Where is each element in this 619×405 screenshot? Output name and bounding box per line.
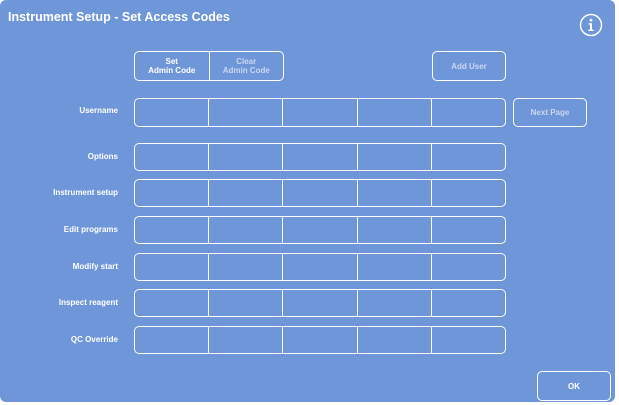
modify-start-cell[interactable] xyxy=(430,254,505,280)
row-label-edit-programs: Edit programs xyxy=(63,225,118,234)
options-cell[interactable] xyxy=(356,144,431,170)
username-row xyxy=(134,98,506,127)
add-user-button[interactable]: Add User xyxy=(432,51,506,81)
modify-start-cell[interactable] xyxy=(208,254,282,280)
edit-programs-cell[interactable] xyxy=(135,217,208,243)
inspect-reagent-cell[interactable] xyxy=(282,290,356,316)
instrument-setup-row xyxy=(134,179,506,207)
next-page-button[interactable]: Next Page xyxy=(513,98,587,127)
inspect-reagent-row xyxy=(134,289,506,317)
set-admin-code-button[interactable]: Set Admin Code xyxy=(135,52,209,80)
row-label-modify-start: Modify start xyxy=(72,262,118,271)
row-label-options: Options xyxy=(87,152,118,161)
qc-override-row xyxy=(134,326,506,354)
qc-override-cell[interactable] xyxy=(208,327,282,353)
inspect-reagent-cell[interactable] xyxy=(135,290,208,316)
edit-programs-cell[interactable] xyxy=(282,217,356,243)
edit-programs-cell[interactable] xyxy=(356,217,431,243)
qc-override-cell[interactable] xyxy=(430,327,505,353)
qc-override-cell[interactable] xyxy=(135,327,208,353)
inspect-reagent-cell[interactable] xyxy=(356,290,431,316)
username-cell[interactable] xyxy=(356,99,431,126)
options-row xyxy=(134,143,506,171)
edit-programs-cell[interactable] xyxy=(208,217,282,243)
username-cell[interactable] xyxy=(430,99,505,126)
row-label-instrument-setup: Instrument setup xyxy=(53,188,118,197)
edit-programs-row xyxy=(134,216,506,244)
admin-code-toggle: Set Admin Code Clear Admin Code xyxy=(134,51,284,81)
instrument-setup-cell[interactable] xyxy=(356,180,431,206)
instrument-setup-cell[interactable] xyxy=(208,180,282,206)
instrument-setup-cell[interactable] xyxy=(282,180,356,206)
edit-programs-cell[interactable] xyxy=(430,217,505,243)
info-icon[interactable] xyxy=(579,13,603,37)
modify-start-row xyxy=(134,253,506,281)
access-codes-screen: Instrument Setup - Set Access Codes Set … xyxy=(0,0,615,402)
username-cell[interactable] xyxy=(135,99,208,126)
options-cell[interactable] xyxy=(208,144,282,170)
page-title: Instrument Setup - Set Access Codes xyxy=(8,10,230,24)
ok-button[interactable]: OK xyxy=(537,371,611,401)
modify-start-cell[interactable] xyxy=(282,254,356,280)
instrument-setup-cell[interactable] xyxy=(430,180,505,206)
options-cell[interactable] xyxy=(282,144,356,170)
modify-start-cell[interactable] xyxy=(135,254,208,280)
inspect-reagent-cell[interactable] xyxy=(208,290,282,316)
username-cell[interactable] xyxy=(282,99,356,126)
inspect-reagent-cell[interactable] xyxy=(430,290,505,316)
instrument-setup-cell[interactable] xyxy=(135,180,208,206)
modify-start-cell[interactable] xyxy=(356,254,431,280)
row-label-username: Username xyxy=(79,106,118,115)
qc-override-cell[interactable] xyxy=(356,327,431,353)
row-label-qc-override: QC Override xyxy=(70,335,118,344)
qc-override-cell[interactable] xyxy=(282,327,356,353)
options-cell[interactable] xyxy=(135,144,208,170)
clear-admin-code-button[interactable]: Clear Admin Code xyxy=(208,52,284,80)
username-cell[interactable] xyxy=(208,99,282,126)
row-label-inspect-reagent: Inspect reagent xyxy=(58,298,118,307)
options-cell[interactable] xyxy=(430,144,505,170)
